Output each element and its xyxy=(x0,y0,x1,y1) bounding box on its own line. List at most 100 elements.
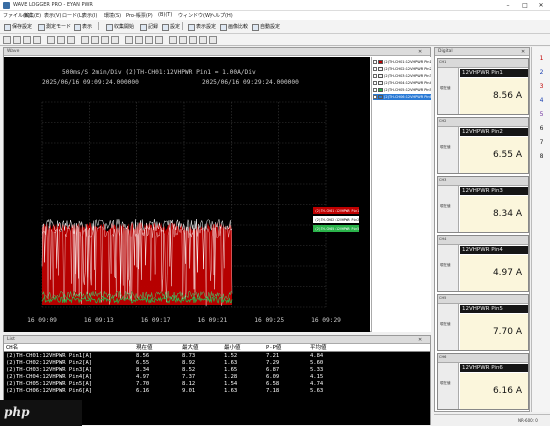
legend-checkbox[interactable] xyxy=(373,67,377,71)
toolbar-display-settings-button[interactable]: 表示設定 xyxy=(186,22,218,32)
toolbar-auto-settings-button[interactable]: 自動設定 xyxy=(250,22,282,32)
right-tool-button[interactable]: 4 xyxy=(536,97,547,105)
tool-icon[interactable] xyxy=(189,36,197,44)
list-panel-close-icon[interactable]: ✕ xyxy=(418,336,422,344)
meter-card[interactable]: CH6 現在値 12VHPWR Pin6 6.16 A xyxy=(437,353,529,410)
meter-card[interactable]: CH4 現在値 12VHPWR Pin4 4.97 A xyxy=(437,235,529,292)
meter-value: 8.34 A xyxy=(460,196,528,232)
status-text: NR-600: 0 xyxy=(518,418,538,423)
tool-icon[interactable] xyxy=(145,36,153,44)
legend-checkbox[interactable] xyxy=(373,95,377,99)
toolbar-view-button[interactable]: 表示 xyxy=(72,22,94,32)
waveform-chart[interactable]: 500ms/S 2min/Div (2)TH-CH01:12VHPWR Pin1… xyxy=(4,57,370,332)
right-tool-button[interactable]: 1 xyxy=(536,55,547,63)
menu-item[interactable]: ウィンドウ(W) xyxy=(178,12,212,19)
toolbar-measure-mode-button[interactable]: 測定モード xyxy=(36,22,73,32)
toolbar-record-button[interactable]: 記録 xyxy=(138,22,160,32)
maximize-button[interactable]: □ xyxy=(517,1,533,10)
tool-icon[interactable] xyxy=(125,36,133,44)
table-cell: (2)TH-CH01:12VHPWR Pin1[A] xyxy=(6,353,93,359)
watermark-logo: php xyxy=(0,400,82,426)
legend-item[interactable]: (2)TH-CH01:12VHPWR Pin1 xyxy=(373,59,431,65)
table-header-row: CH名 現在値 最大値 最小値 P-P値 平均値 xyxy=(4,345,430,352)
legend-color-swatch xyxy=(378,95,383,99)
tool-icon[interactable] xyxy=(81,36,89,44)
legend-item[interactable]: (2)TH-CH04:12VHPWR Pin4 xyxy=(373,80,431,86)
table-row[interactable]: (2)TH-CH06:12VHPWR Pin6[A] 6.16 9.01 1.63 7.… xyxy=(4,388,430,395)
tool-icon[interactable] xyxy=(199,36,207,44)
legend-checkbox[interactable] xyxy=(373,81,377,85)
toolbar-settings-button[interactable]: 設定 xyxy=(160,22,182,32)
right-tool-button[interactable]: 6 xyxy=(536,125,547,133)
menu-item[interactable]: Pro-帳票(P) xyxy=(126,12,153,19)
right-tool-button[interactable]: 2 xyxy=(536,69,547,77)
tool-icon[interactable] xyxy=(209,36,217,44)
legend-item[interactable]: (2)TH-CH06:12VHPWR Pin6 xyxy=(373,94,431,100)
meter-channel-label: CH5 xyxy=(439,296,447,300)
tool-icon[interactable] xyxy=(91,36,99,44)
legend-checkbox[interactable] xyxy=(373,74,377,78)
table-row[interactable]: (2)TH-CH03:12VHPWR Pin3[A] 8.34 8.52 1.65 6.… xyxy=(4,367,430,374)
right-tool-button[interactable]: 8 xyxy=(536,153,547,161)
tool-icon[interactable] xyxy=(47,36,55,44)
toolbar-save-settings-button[interactable]: 保存設定 xyxy=(2,22,34,32)
meter-card[interactable]: CH3 現在値 12VHPWR Pin3 8.34 A xyxy=(437,176,529,233)
minimize-button[interactable]: – xyxy=(500,1,516,10)
table-cell: 5.63 xyxy=(310,388,324,394)
tool-icon[interactable] xyxy=(3,36,11,44)
table-header-cell[interactable]: 最大値 xyxy=(182,345,199,352)
right-tool-button[interactable]: 5 xyxy=(536,111,547,119)
meter-side: 現在値 xyxy=(438,186,459,232)
table-row[interactable]: (2)TH-CH01:12VHPWR Pin1[A] 8.56 8.73 1.52 7.… xyxy=(4,353,430,360)
right-tool-button[interactable]: 7 xyxy=(536,139,547,147)
table-header-cell[interactable]: 最小値 xyxy=(224,345,241,352)
tool-icon[interactable] xyxy=(13,36,21,44)
menu-item[interactable]: ロード(L) xyxy=(62,12,84,19)
meter-card[interactable]: CH5 現在値 12VHPWR Pin5 7.70 A xyxy=(437,294,529,351)
toolbar-separator xyxy=(182,22,183,30)
legend-item[interactable]: (2)TH-CH02:12VHPWR Pin2 xyxy=(373,66,431,72)
table-header-cell[interactable]: 現在値 xyxy=(136,345,153,352)
legend-checkbox[interactable] xyxy=(373,60,377,64)
meter-header xyxy=(438,354,528,363)
menu-item[interactable]: (B)(T) xyxy=(158,12,172,18)
tool-icon[interactable] xyxy=(33,36,41,44)
tool-icon[interactable] xyxy=(57,36,65,44)
table-header-cell[interactable]: P-P値 xyxy=(266,345,281,352)
legend-checkbox[interactable] xyxy=(373,88,377,92)
tool-icon[interactable] xyxy=(101,36,109,44)
meter-card[interactable]: CH1 現在値 12VHPWR Pin1 8.56 A xyxy=(437,58,529,115)
meter-card[interactable]: CH2 現在値 12VHPWR Pin2 6.55 A xyxy=(437,117,529,174)
tool-icon[interactable] xyxy=(169,36,177,44)
table-row[interactable]: (2)TH-CH02:12VHPWR Pin2[A] 6.55 8.92 1.63 7.… xyxy=(4,360,430,367)
legend-label: (2)TH-CH03:12VHPWR Pin3 xyxy=(384,74,431,78)
toolbar-start-collect-button[interactable]: 収集開始 xyxy=(104,22,136,32)
menu-item[interactable]: 表示(V) xyxy=(44,12,61,19)
menu-item[interactable]: ヘルプ(H) xyxy=(210,12,233,19)
toolbar-image-compare-button[interactable]: 画像比較 xyxy=(218,22,250,32)
table-row[interactable]: (2)TH-CH04:12VHPWR Pin4[A] 4.97 7.37 1.28 6.… xyxy=(4,374,430,381)
table-cell: 9.01 xyxy=(182,388,196,394)
table-header-cell[interactable]: CH名 xyxy=(6,345,18,352)
tool-icon[interactable] xyxy=(23,36,31,44)
meter-side-label: 現在値 xyxy=(440,322,451,326)
menu-item[interactable]: 編集(E) xyxy=(24,12,41,19)
tool-icon[interactable] xyxy=(67,36,75,44)
tool-icon[interactable] xyxy=(135,36,143,44)
chart-start-time: 2025/06/16 09:09:24.000000 xyxy=(42,79,139,86)
menu-item[interactable]: 環境(S) xyxy=(104,12,121,19)
table-header-cell[interactable]: 平均値 xyxy=(310,345,327,352)
tool-icon[interactable] xyxy=(111,36,119,44)
table-cell: 6.09 xyxy=(266,374,280,380)
right-tool-button[interactable]: 3 xyxy=(536,83,547,91)
legend-item[interactable]: (2)TH-CH03:12VHPWR Pin3 xyxy=(373,73,431,79)
wave-panel-close-icon[interactable]: ✕ xyxy=(418,48,422,56)
meter-panel-close-icon[interactable]: ✕ xyxy=(521,48,525,56)
table-row[interactable]: (2)TH-CH05:12VHPWR Pin5[A] 7.70 8.12 1.54 6.… xyxy=(4,381,430,388)
tool-icon[interactable] xyxy=(179,36,187,44)
channel-labels: (2)TH-CH01:12VHPWR Pin1 (2)TH-CH02:12VHPW… xyxy=(313,207,359,232)
tool-icon[interactable] xyxy=(155,36,163,44)
close-button[interactable]: ✕ xyxy=(533,1,549,10)
legend-item[interactable]: (2)TH-CH05:12VHPWR Pin5 xyxy=(373,87,431,93)
menu-item[interactable]: 表示(I) xyxy=(82,12,97,19)
